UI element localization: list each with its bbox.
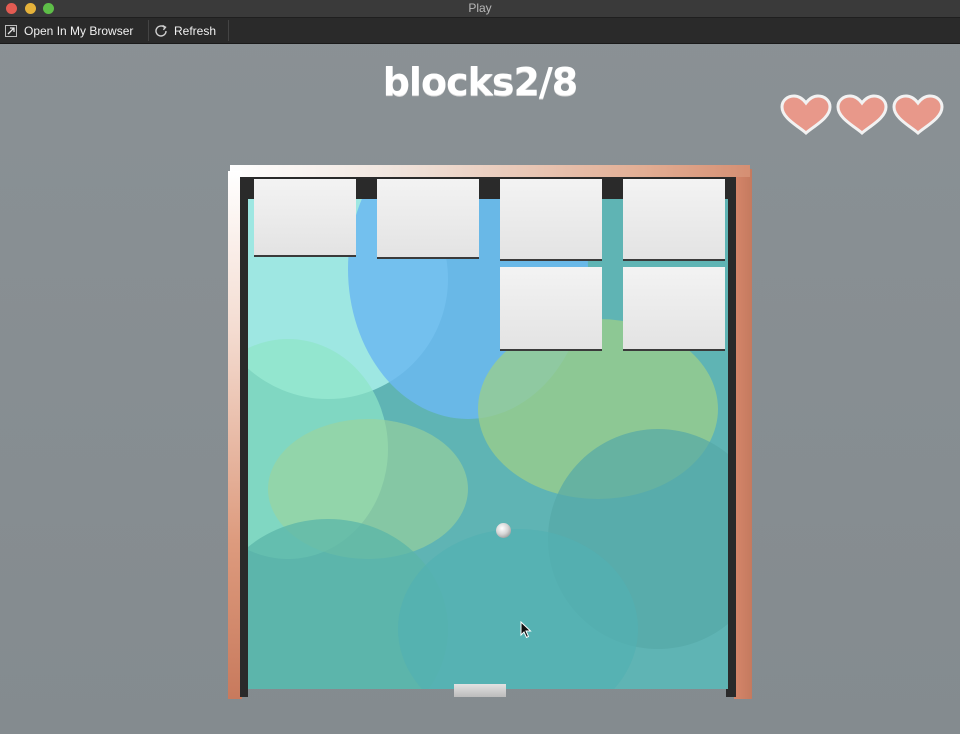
brick — [500, 267, 602, 349]
brick — [623, 179, 725, 259]
mouse-cursor-icon — [520, 621, 532, 639]
lives-indicator — [778, 94, 948, 138]
refresh-icon — [155, 24, 167, 37]
heart-icon — [836, 94, 888, 135]
board-wall-left — [240, 177, 248, 697]
brick — [623, 267, 725, 349]
brick — [500, 179, 602, 259]
brick — [377, 179, 479, 257]
board-frame-right — [734, 169, 752, 699]
refresh-label: Refresh — [174, 23, 217, 38]
refresh-button[interactable]: Refresh — [153, 20, 229, 41]
ball — [496, 523, 511, 538]
title-bar: Play — [0, 0, 960, 18]
board-frame-top — [230, 165, 750, 177]
window-title: Play — [468, 1, 492, 15]
heart-icon — [780, 94, 832, 135]
game-board[interactable] — [226, 163, 754, 701]
heart-icon — [892, 94, 944, 135]
open-in-browser-label: Open In My Browser — [24, 23, 134, 38]
brick — [254, 179, 356, 255]
play-window: Play Open In My Browser Refresh blocks2/… — [0, 0, 960, 734]
paddle[interactable] — [454, 684, 506, 697]
open-external-icon — [5, 24, 17, 37]
open-in-browser-button[interactable]: Open In My Browser — [3, 20, 149, 41]
level-title: blocks2/8 — [382, 60, 579, 104]
toolbar: Open In My Browser Refresh — [0, 18, 960, 44]
